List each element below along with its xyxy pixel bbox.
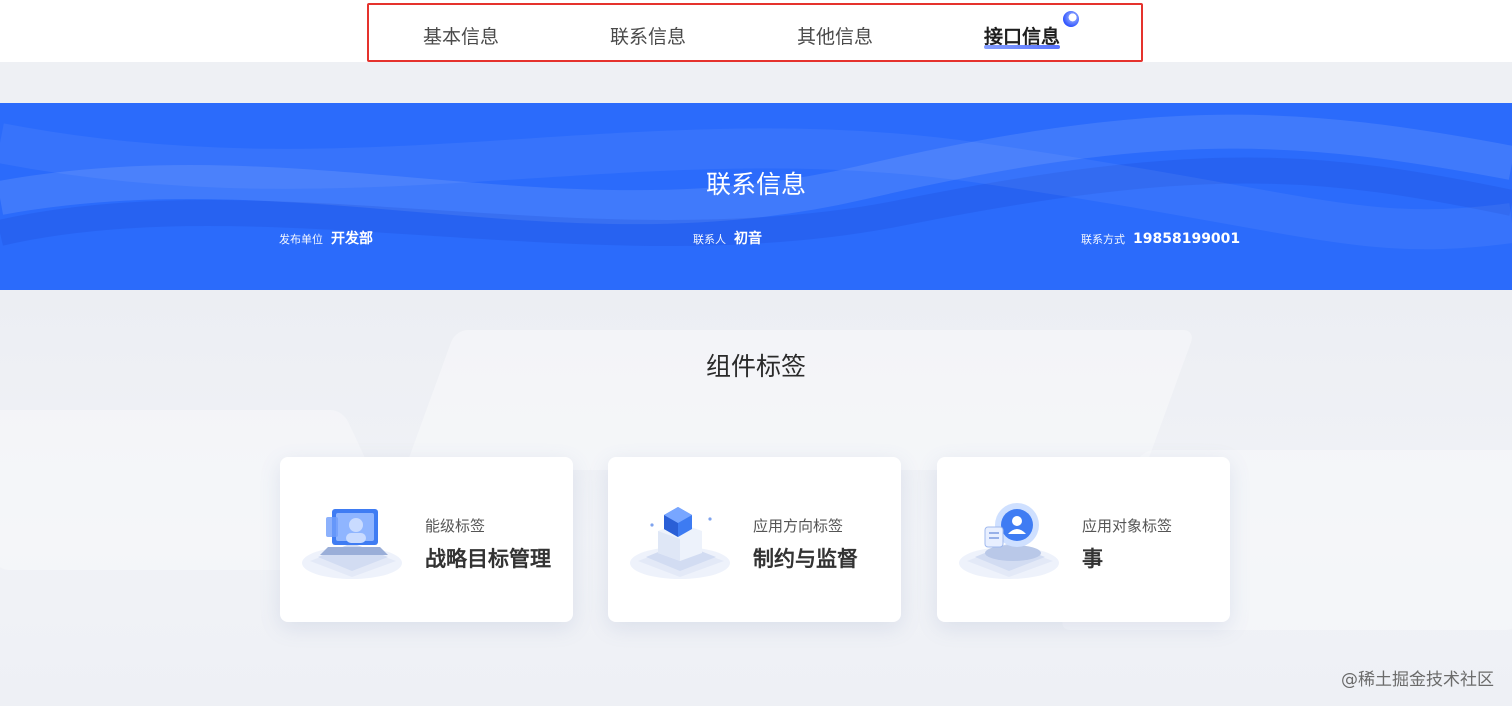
info-contact-method-value: 19858199001 <box>1133 231 1241 247</box>
info-publisher-value: 开发部 <box>331 231 373 247</box>
watermark: @稀土掘金技术社区 <box>1341 670 1494 690</box>
tag-card-direction-label: 应用方向标签 <box>753 517 844 535</box>
section-title: 组件标签 <box>705 352 806 381</box>
tab-basic-info[interactable]: 基本信息 <box>423 22 499 49</box>
cube-box-icon <box>630 507 730 579</box>
info-contact-method-key: 联系方式 <box>1081 233 1125 246</box>
info-contact-person-value: 初音 <box>734 231 762 247</box>
tag-card-object-label: 应用对象标签 <box>1082 517 1173 535</box>
tag-card-level[interactable]: 能级标签 战略目标管理 <box>280 457 573 622</box>
top-tab-bar: 基本信息 联系信息 其他信息 接口信息 <box>0 0 1512 62</box>
tag-card-direction[interactable]: 应用方向标签 制约与监督 <box>608 457 901 622</box>
info-contact-method: 联系方式 19858199001 <box>1081 228 1240 247</box>
loading-dot-icon <box>1063 11 1079 27</box>
tag-card-level-value: 战略目标管理 <box>425 547 551 571</box>
contact-banner: 联系信息 发布单位 开发部 联系人 初音 联系方式 19858199001 <box>0 103 1512 290</box>
info-publisher: 发布单位 开发部 <box>279 228 373 248</box>
info-publisher-key: 发布单位 <box>279 233 323 246</box>
tag-card-object-value: 事 <box>1082 547 1103 571</box>
tag-card-object[interactable]: 应用对象标签 事 <box>937 457 1230 622</box>
user-badge-icon <box>959 503 1059 579</box>
tab-contact-info[interactable]: 联系信息 <box>610 22 686 49</box>
tag-card-level-label: 能级标签 <box>425 517 486 535</box>
tab-other-info[interactable]: 其他信息 <box>797 22 873 49</box>
laptop-user-icon <box>302 509 402 579</box>
banner-title: 联系信息 <box>705 170 806 199</box>
info-contact-person-key: 联系人 <box>693 233 726 246</box>
tag-card-direction-value: 制约与监督 <box>753 547 858 571</box>
info-contact-person: 联系人 初音 <box>693 228 762 248</box>
active-tab-indicator <box>984 45 1060 49</box>
